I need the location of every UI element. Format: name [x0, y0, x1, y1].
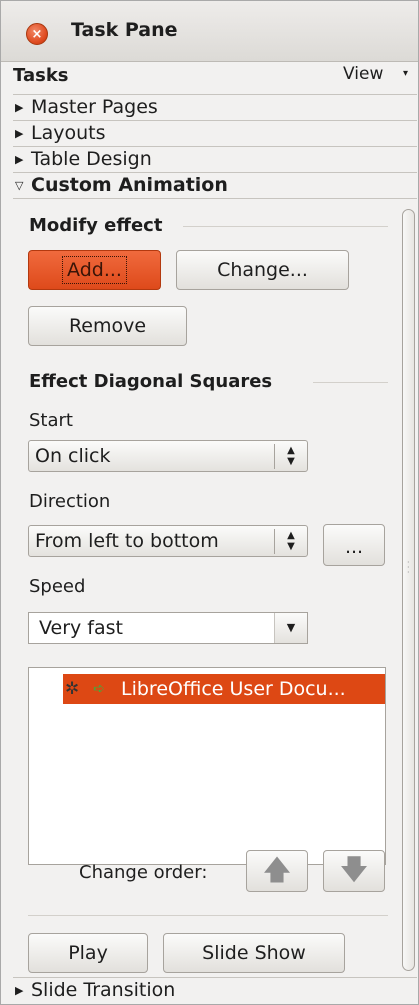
deck-table-design[interactable]: ▶ Table Design: [13, 146, 417, 172]
tasks-label: Tasks: [13, 65, 69, 86]
title-bar: × Task Pane: [1, 1, 418, 62]
add-effect-button[interactable]: Add...: [28, 250, 161, 290]
window-title: Task Pane: [71, 19, 178, 41]
start-label: Start: [29, 410, 73, 431]
entrance-effect-icon: ➪: [93, 681, 105, 697]
speed-value: Very fast: [39, 617, 123, 639]
deck-label: Table Design: [31, 148, 152, 170]
speed-label: Speed: [29, 576, 86, 597]
direction-select[interactable]: From left to bottom ▲ ▼: [28, 525, 308, 557]
deck-layouts[interactable]: ▶ Layouts: [13, 120, 417, 146]
expand-triangle-icon: ▶: [15, 127, 24, 140]
deck-custom-animation[interactable]: ▽ Custom Animation: [13, 172, 417, 198]
direction-value: From left to bottom: [35, 530, 219, 552]
scroll-grip-icon: · · ·: [407, 558, 410, 577]
effect-list-item[interactable]: ✲ ➪ LibreOffice User Docu...: [63, 674, 385, 704]
deck-label: Layouts: [31, 122, 106, 144]
close-icon[interactable]: ×: [26, 23, 48, 45]
change-order-label: Change order:: [79, 862, 208, 883]
deck-label: Master Pages: [31, 96, 158, 118]
change-effect-button[interactable]: Change...: [176, 250, 349, 290]
deck-master-pages[interactable]: ▶ Master Pages: [13, 94, 417, 120]
effects-list[interactable]: ✲ ➪ LibreOffice User Docu...: [28, 667, 386, 865]
move-down-button[interactable]: 🡇: [323, 850, 385, 892]
expand-triangle-icon: ▶: [15, 153, 24, 166]
scrollbar-thumb[interactable]: · · ·: [402, 209, 415, 971]
section-separator: [183, 226, 388, 227]
deck-label: Custom Animation: [31, 174, 228, 196]
view-menu-button[interactable]: View: [343, 64, 383, 84]
tasks-header: Tasks View ▾: [1, 62, 418, 94]
speed-select[interactable]: Very fast ▼: [28, 612, 308, 644]
direction-label: Direction: [29, 491, 111, 512]
remove-effect-button[interactable]: Remove: [28, 306, 187, 346]
start-value: On click: [35, 445, 111, 467]
section-separator: [28, 915, 388, 916]
effect-item-label: LibreOffice User Docu...: [121, 678, 346, 700]
spin-arrows-icon: ▲ ▼: [274, 444, 307, 469]
slide-show-button[interactable]: Slide Show: [163, 933, 345, 973]
start-select[interactable]: On click ▲ ▼: [28, 440, 308, 472]
collapse-triangle-icon: ▽: [15, 179, 24, 192]
up-arrow-icon: 🡅: [262, 853, 292, 886]
effect-heading: Effect Diagonal Squares: [29, 371, 273, 392]
play-button[interactable]: Play: [28, 933, 148, 973]
click-trigger-icon: ✲: [65, 679, 80, 699]
deck-slide-transition[interactable]: ▶ Slide Transition: [13, 977, 417, 1003]
move-up-button[interactable]: 🡅: [246, 850, 308, 892]
expand-triangle-icon: ▶: [15, 101, 24, 114]
expand-triangle-icon: ▶: [15, 984, 24, 997]
view-menu-arrow-icon[interactable]: ▾: [403, 68, 408, 79]
task-pane-window: × Task Pane Tasks View ▾ ▶ Master Pages ▶…: [0, 0, 419, 1005]
modify-effect-heading: Modify effect: [29, 215, 163, 236]
custom-animation-panel: Modify effect Add... Change... Remove Ef…: [13, 198, 417, 975]
panel-scrollbar[interactable]: · · ·: [400, 201, 417, 977]
deck-label: Slide Transition: [31, 979, 176, 1001]
section-separator: [313, 382, 388, 383]
add-effect-label: Add...: [62, 256, 127, 284]
spin-arrows-icon: ▲ ▼: [274, 529, 307, 554]
effect-options-button[interactable]: ...: [323, 524, 385, 566]
dropdown-arrow-icon[interactable]: ▼: [274, 613, 307, 643]
down-arrow-icon: 🡇: [339, 853, 369, 886]
